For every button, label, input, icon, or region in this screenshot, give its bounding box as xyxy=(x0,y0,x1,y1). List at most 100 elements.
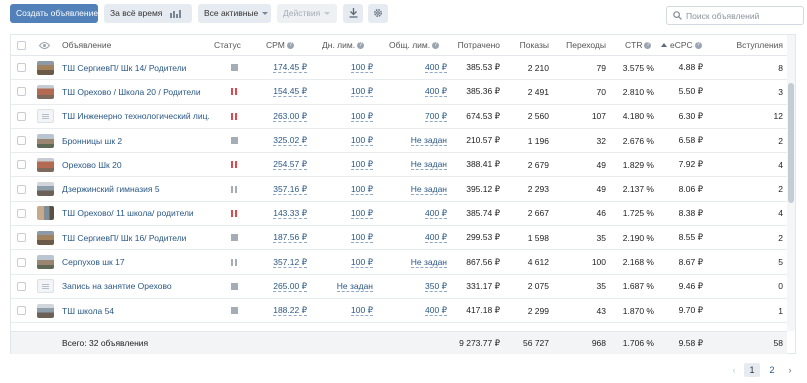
row-checkbox[interactable] xyxy=(16,111,26,121)
day-limit-value[interactable]: 100 ₽ xyxy=(351,86,373,98)
table-row[interactable]: Орехово Шк 20 254.57 ₽100 ₽ Не задан 388.41… xyxy=(11,153,787,178)
status-indicator[interactable] xyxy=(214,129,254,152)
status-indicator[interactable] xyxy=(214,105,254,128)
actions-dropdown[interactable]: Действия xyxy=(277,4,337,23)
create-ad-button[interactable]: Создать объявление xyxy=(10,4,98,23)
cpm-value[interactable]: 254.57 ₽ xyxy=(273,159,307,171)
col-ctr[interactable]: CTR? xyxy=(625,35,659,55)
ad-name-link[interactable]: ТШ школа 54 xyxy=(62,306,114,316)
cpm-value[interactable]: 357.12 ₽ xyxy=(273,257,307,268)
table-row[interactable]: ТШ СергиевП/ Шк 16/ Родители 187.56 ₽ 100 … xyxy=(11,226,787,251)
col-ad[interactable]: Объявление xyxy=(62,35,182,55)
next-page-button[interactable]: › xyxy=(784,365,796,375)
col-clicks[interactable]: Переходы xyxy=(551,35,606,55)
col-cpm[interactable]: CPM? xyxy=(266,35,316,55)
table-row[interactable]: ТШ школа 54 188.22 ₽100 ₽400 ₽417.18 ₽2 2… xyxy=(11,299,787,324)
status-indicator[interactable] xyxy=(214,275,254,298)
prev-page-button[interactable]: ‹ xyxy=(728,365,740,375)
cpm-value[interactable]: 357.16 ₽ xyxy=(273,184,307,195)
cpm-value[interactable]: 174.45 ₽ xyxy=(273,62,307,74)
day-limit-value[interactable]: 100 ₽ xyxy=(351,208,373,219)
eye-icon[interactable] xyxy=(38,41,50,49)
page-2-button[interactable]: 2 xyxy=(764,363,780,377)
day-limit-value[interactable]: 100 ₽ xyxy=(351,232,373,244)
day-limit-value[interactable]: Не задан xyxy=(336,281,373,292)
cpm-value[interactable]: 188.22 ₽ xyxy=(273,305,307,317)
status-indicator[interactable] xyxy=(214,250,254,273)
day-limit-value[interactable]: 100 ₽ xyxy=(351,111,373,122)
col-total-limit[interactable]: Общ. лим.? xyxy=(389,35,449,55)
col-status[interactable]: Статус xyxy=(214,35,254,55)
table-row[interactable]: ТШ СергиевП/ Шк 14/ Родители 174.45 ₽ 100 … xyxy=(11,56,787,81)
table-row[interactable]: ТШ Инженерно технологический лиц... 263.0… xyxy=(11,105,787,129)
cpm-value[interactable]: 187.56 ₽ xyxy=(273,232,307,244)
col-joins[interactable]: Вступления xyxy=(711,35,784,55)
table-row[interactable]: ТШ Орехово / Школа 20 / Родители 154.45 ₽… xyxy=(11,80,787,105)
status-indicator[interactable] xyxy=(214,153,254,176)
cpm-value[interactable]: 154.45 ₽ xyxy=(273,86,307,98)
cpm-value[interactable]: 263.00 ₽ xyxy=(273,111,307,122)
ad-name-link[interactable]: ТШ СергиевП/ Шк 16/ Родители xyxy=(62,233,186,243)
row-checkbox[interactable] xyxy=(16,257,26,267)
ad-name-link[interactable]: ТШ СергиевП/ Шк 14/ Родители xyxy=(62,63,186,73)
help-icon[interactable]: ? xyxy=(286,41,294,49)
scrollbar-thumb[interactable] xyxy=(788,83,794,203)
status-indicator[interactable] xyxy=(214,202,254,225)
day-limit-value[interactable]: 100 ₽ xyxy=(351,257,373,268)
ad-name-link[interactable]: Серпухов шк 17 xyxy=(62,257,125,267)
status-indicator[interactable] xyxy=(214,80,254,103)
status-indicator[interactable] xyxy=(214,178,254,201)
table-row[interactable]: Бронницы шк 2 325.02 ₽100 ₽ Не задан 210.57… xyxy=(11,129,787,154)
status-indicator[interactable] xyxy=(214,226,254,249)
period-button[interactable]: За всё время xyxy=(104,4,192,23)
row-checkbox[interactable] xyxy=(16,136,26,146)
cpm-value[interactable]: 325.02 ₽ xyxy=(273,135,307,147)
status-indicator[interactable] xyxy=(214,56,254,79)
select-all-checkbox[interactable] xyxy=(16,40,26,50)
table-row[interactable]: ТШ Орехово/ 11 школа/ родители 143.33 ₽ 10… xyxy=(11,202,787,227)
ad-name-link[interactable]: ТШ Орехово / Школа 20 / Родители xyxy=(62,87,201,97)
status-filter-dropdown[interactable]: Все активные xyxy=(198,4,271,23)
day-limit-value[interactable]: 100 ₽ xyxy=(351,184,373,195)
spent-value: 867.56 ₽ xyxy=(466,256,500,267)
search-input[interactable] xyxy=(686,8,800,23)
ad-name-link[interactable]: Бронницы шк 2 xyxy=(62,136,122,146)
day-limit-value[interactable]: 100 ₽ xyxy=(351,159,373,171)
row-checkbox[interactable] xyxy=(16,208,26,218)
col-spent[interactable]: Потрачено xyxy=(441,35,500,55)
ad-name-link[interactable]: Дзержинский гимназия 5 xyxy=(62,184,160,194)
table-row[interactable]: Дзержинский гимназия 5 357.16 ₽100 ₽ Не за… xyxy=(11,178,787,202)
search-box[interactable] xyxy=(666,6,804,25)
row-checkbox[interactable] xyxy=(16,306,26,316)
day-limit-value[interactable]: 100 ₽ xyxy=(351,135,373,147)
table-row[interactable]: Серпухов шк 17 357.12 ₽100 ₽ Не задан 867.5… xyxy=(11,250,787,275)
page-1-button[interactable]: 1 xyxy=(744,363,760,377)
ad-name-link[interactable]: ТШ Инженерно технологический лиц... xyxy=(62,111,210,121)
row-checkbox[interactable] xyxy=(16,160,26,170)
col-day-limit[interactable]: Дн. лим.? xyxy=(322,35,382,55)
col-ecpc[interactable]: eCPC? xyxy=(661,35,706,55)
col-impressions[interactable]: Показы xyxy=(501,35,549,55)
ad-name-link[interactable]: Запись на занятие Орехово xyxy=(62,281,172,291)
help-icon[interactable]: ? xyxy=(432,41,440,49)
help-icon[interactable]: ? xyxy=(357,41,365,49)
cpm-value[interactable]: 143.33 ₽ xyxy=(273,208,307,219)
settings-button[interactable] xyxy=(368,4,388,23)
table-row[interactable]: Запись на занятие Орехово 265.00 ₽ Не зада… xyxy=(11,275,787,299)
pause-icon xyxy=(231,258,237,266)
row-checkbox[interactable] xyxy=(16,184,26,194)
vertical-scrollbar[interactable] xyxy=(787,35,795,331)
row-checkbox[interactable] xyxy=(16,87,26,97)
day-limit-value[interactable]: 100 ₽ xyxy=(351,305,373,317)
status-indicator[interactable] xyxy=(214,299,254,322)
help-icon[interactable]: ? xyxy=(644,41,652,49)
ad-name-link[interactable]: Орехово Шк 20 xyxy=(62,160,122,170)
ad-name-link[interactable]: ТШ Орехово/ 11 школа/ родители xyxy=(62,208,194,218)
day-limit-value[interactable]: 100 ₽ xyxy=(351,62,373,74)
row-checkbox[interactable] xyxy=(16,281,26,291)
help-icon[interactable]: ? xyxy=(694,41,702,49)
row-checkbox[interactable] xyxy=(16,63,26,73)
row-checkbox[interactable] xyxy=(16,233,26,243)
download-button[interactable] xyxy=(343,4,363,23)
cpm-value[interactable]: 265.00 ₽ xyxy=(273,281,307,292)
